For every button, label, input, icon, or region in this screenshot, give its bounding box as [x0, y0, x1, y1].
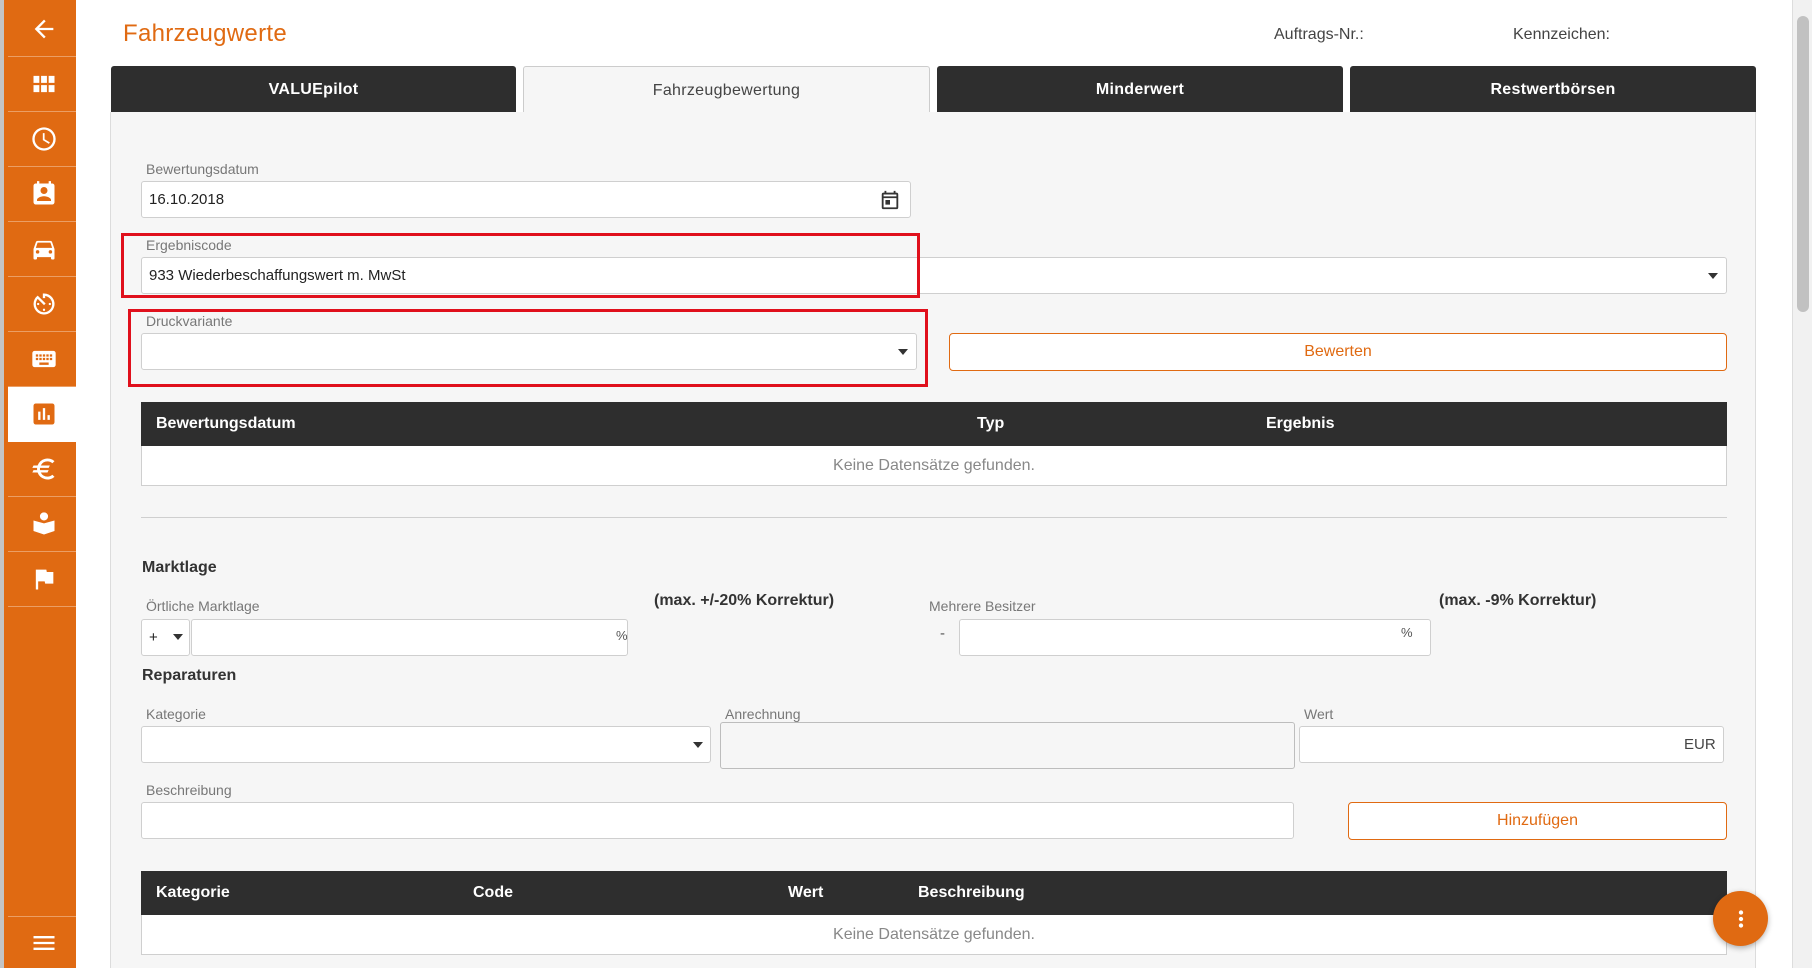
- anrechnung-input: [720, 722, 1295, 769]
- kategorie-label: Kategorie: [146, 706, 206, 722]
- besitzer-percent-unit: %: [1401, 625, 1413, 640]
- column-typ[interactable]: Typ: [977, 415, 1004, 433]
- section-divider: [141, 517, 1727, 518]
- sidebar-item-valuation[interactable]: [8, 387, 80, 442]
- more-vertical-icon: [1738, 909, 1743, 928]
- euro-icon: [32, 458, 55, 480]
- besitzer-korrektur-note: (max. -9% Korrektur): [1439, 592, 1597, 609]
- bewertungsdatum-value: 16.10.2018: [149, 191, 225, 208]
- sidebar-back-button[interactable]: [8, 2, 80, 57]
- flag-icon: [35, 569, 54, 590]
- sidebar-item-finance[interactable]: [8, 442, 80, 497]
- oertliche-marktlage-label: Örtliche Marktlage: [146, 598, 260, 614]
- sidebar-item-vehicle[interactable]: [8, 222, 80, 277]
- back-arrow-icon: [34, 19, 54, 39]
- more-actions-button[interactable]: [1713, 891, 1768, 946]
- calendar-icon[interactable]: [879, 189, 901, 211]
- hinzufuegen-button[interactable]: Hinzufügen: [1348, 802, 1727, 840]
- wert-input[interactable]: [1299, 726, 1724, 763]
- wert-label: Wert: [1304, 706, 1334, 722]
- page-title: Fahrzeugwerte: [123, 20, 287, 47]
- tab-fahrzeugbewertung[interactable]: Fahrzeugbewertung: [523, 66, 930, 114]
- sidebar-item-training[interactable]: [8, 497, 80, 552]
- marktlage-sign-value: +: [149, 629, 158, 646]
- bewerten-button[interactable]: Bewerten: [949, 333, 1727, 371]
- sidebar-item-flags[interactable]: [8, 552, 80, 607]
- dashboard-grid-icon: [33, 75, 55, 93]
- besitzer-sign: -: [940, 625, 945, 642]
- menu-icon: [33, 935, 55, 950]
- reparaturen-section-title: Reparaturen: [142, 667, 237, 684]
- beschreibung-label: Beschreibung: [146, 782, 232, 798]
- repairs-table-header: Kategorie Code Wert Beschreibung: [141, 871, 1727, 915]
- kategorie-select[interactable]: [141, 726, 711, 763]
- results-table-empty-message: Keine Datensätze gefunden.: [141, 446, 1727, 486]
- tab-restwertboersen[interactable]: Restwertbörsen: [1350, 66, 1756, 113]
- beschreibung-input[interactable]: [141, 802, 1294, 839]
- timer-icon: [33, 293, 55, 315]
- column-code[interactable]: Code: [473, 884, 513, 902]
- kategorie-chevron-down-icon: [693, 742, 703, 748]
- keyboard-icon: [32, 350, 56, 368]
- sign-chevron-down-icon: [173, 634, 183, 640]
- highlight-box-druckvariante: [128, 309, 928, 387]
- bewertungsdatum-input[interactable]: 16.10.2018: [141, 181, 911, 218]
- bar-chart-icon: [33, 403, 55, 425]
- oertliche-marktlage-input[interactable]: [191, 619, 628, 656]
- anrechnung-label: Anrechnung: [725, 706, 801, 722]
- sidebar-item-keyboard[interactable]: [8, 332, 80, 387]
- ergebniscode-chevron-down-icon: [1708, 273, 1718, 279]
- app-window: Fahrzeugwerte Auftrags-Nr.: Kennzeichen:…: [0, 0, 1812, 968]
- sidebar-item-dashboard[interactable]: [8, 57, 80, 112]
- bewertungsdatum-label: Bewertungsdatum: [146, 161, 259, 177]
- column-beschreibung[interactable]: Beschreibung: [918, 884, 1025, 902]
- tab-valuepilot[interactable]: VALUEpilot: [111, 66, 516, 113]
- highlight-box-ergebniscode: [121, 233, 920, 298]
- column-wert[interactable]: Wert: [788, 884, 823, 902]
- page-scrollbar[interactable]: [1792, 0, 1812, 968]
- auftrags-nr-label: Auftrags-Nr.:: [1274, 26, 1364, 43]
- clock-icon: [32, 127, 56, 151]
- column-kategorie[interactable]: Kategorie: [156, 884, 230, 902]
- oertliche-korrektur-note: (max. +/-20% Korrektur): [654, 592, 835, 609]
- kennzeichen-label: Kennzeichen:: [1513, 26, 1610, 43]
- repairs-table-empty-message: Keine Datensätze gefunden.: [141, 915, 1727, 955]
- car-icon: [33, 240, 55, 260]
- sidebar-item-contacts[interactable]: [8, 167, 80, 222]
- results-table-header: Bewertungsdatum Typ Ergebnis: [141, 402, 1727, 446]
- sidebar-item-timer[interactable]: [8, 277, 80, 332]
- sidebar-menu-button[interactable]: [8, 916, 80, 968]
- wert-currency-unit: EUR: [1684, 736, 1716, 753]
- sidebar: [0, 0, 80, 968]
- scrollbar-thumb[interactable]: [1797, 16, 1809, 312]
- reading-person-icon: [33, 512, 55, 535]
- marktlage-section-title: Marktlage: [142, 559, 217, 576]
- mehrere-besitzer-input[interactable]: [959, 619, 1431, 656]
- tab-minderwert[interactable]: Minderwert: [937, 66, 1343, 113]
- oertliche-percent-unit: %: [616, 628, 628, 643]
- contact-card-icon: [33, 181, 55, 205]
- column-bewertungsdatum[interactable]: Bewertungsdatum: [156, 415, 296, 433]
- column-ergebnis[interactable]: Ergebnis: [1266, 415, 1334, 433]
- mehrere-besitzer-label: Mehrere Besitzer: [929, 598, 1036, 614]
- sidebar-item-history[interactable]: [8, 112, 80, 167]
